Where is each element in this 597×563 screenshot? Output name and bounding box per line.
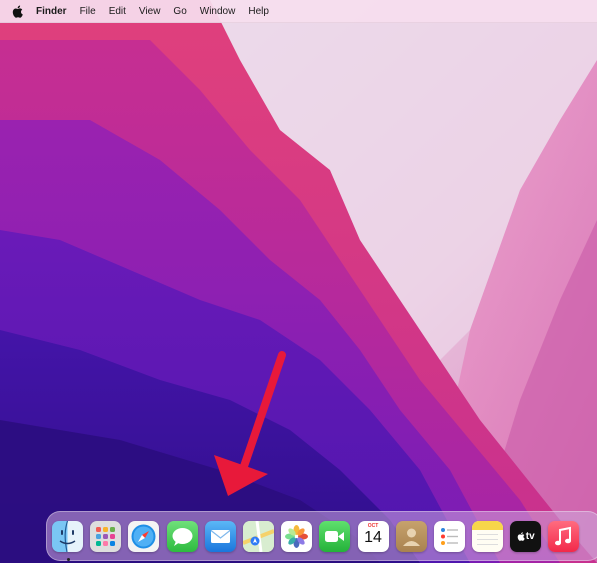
running-indicator <box>67 557 70 561</box>
safari-icon <box>131 524 156 548</box>
dock-item-finder[interactable] <box>52 520 83 561</box>
dock-item-contacts[interactable] <box>395 520 427 552</box>
dock-item-maps[interactable] <box>242 520 274 552</box>
menu-window[interactable]: Window <box>200 6 236 17</box>
desktop-wallpaper <box>0 0 597 563</box>
dock-item-tv[interactable]: tv <box>510 520 542 552</box>
menu-bar: Finder File Edit View Go Window Help <box>0 0 597 23</box>
maps-icon <box>242 520 274 552</box>
dock-item-notes[interactable] <box>472 520 504 552</box>
launchpad-icon <box>96 526 116 546</box>
music-icon <box>555 526 572 545</box>
dock-item-mail[interactable] <box>204 520 236 552</box>
tv-label: tv <box>525 530 535 542</box>
menu-help[interactable]: Help <box>248 6 269 17</box>
apple-tv-icon: tv <box>517 531 535 542</box>
menu-view[interactable]: View <box>139 6 161 17</box>
notes-icon <box>472 520 504 545</box>
menu-file[interactable]: File <box>80 6 96 17</box>
dock-item-music[interactable] <box>548 520 580 552</box>
desktop: Finder File Edit View Go Window Help OCT… <box>0 0 597 563</box>
dock-item-facetime[interactable] <box>319 520 351 552</box>
finder-icon <box>52 520 83 552</box>
dock: OCT 14 tv <box>46 511 597 561</box>
messages-icon <box>172 527 193 546</box>
dock-item-launchpad[interactable] <box>90 520 122 552</box>
dock-item-reminders[interactable] <box>433 520 465 552</box>
contacts-icon <box>402 528 420 546</box>
reminders-icon <box>440 527 458 545</box>
photos-icon <box>285 524 309 548</box>
menu-go[interactable]: Go <box>173 6 186 17</box>
dock-item-messages[interactable] <box>166 520 198 552</box>
mail-icon <box>210 529 231 543</box>
menu-edit[interactable]: Edit <box>109 6 126 17</box>
dock-item-photos[interactable] <box>281 520 313 552</box>
dock-item-calendar[interactable]: OCT 14 <box>357 520 389 552</box>
calendar-day: 14 <box>364 528 382 546</box>
menu-finder[interactable]: Finder <box>36 6 67 17</box>
facetime-icon <box>325 530 345 542</box>
apple-logo-icon[interactable] <box>12 4 24 18</box>
dock-item-safari[interactable] <box>128 520 160 552</box>
